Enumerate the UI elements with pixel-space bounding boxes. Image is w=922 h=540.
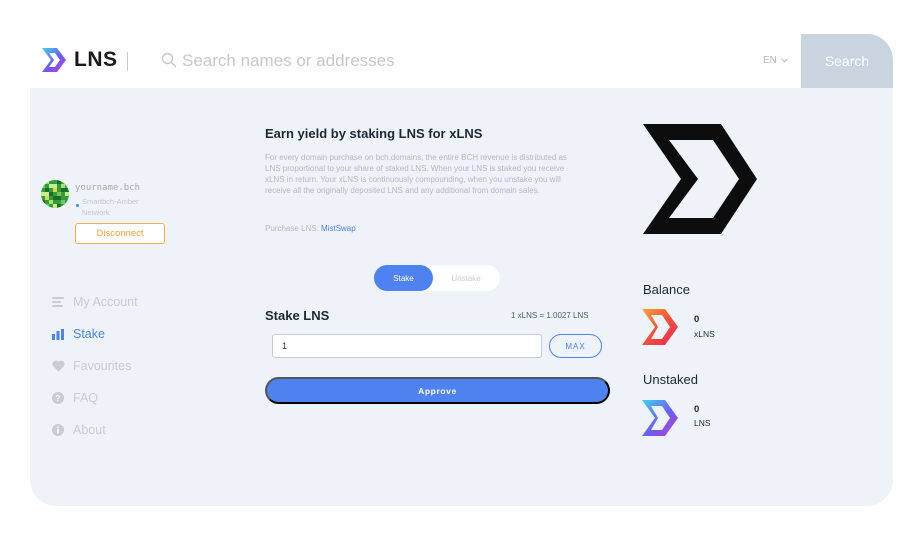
unstaked-unit: LNS: [694, 418, 711, 428]
sidebar-item-label: FAQ: [73, 391, 99, 405]
sidebar-item-label: Favourites: [73, 359, 132, 373]
unstaked-value: 0: [694, 404, 700, 415]
info-icon: [51, 423, 65, 437]
search-icon: [161, 52, 177, 73]
stake-amount-input[interactable]: [272, 334, 542, 358]
heart-icon: [51, 359, 65, 373]
search-button[interactable]: Search: [801, 34, 893, 88]
sidebar-item-favourites[interactable]: Favourites: [51, 359, 131, 373]
purchase-line: Purchase LNS: MistSwap: [265, 224, 356, 233]
chevron-down-icon: [781, 58, 788, 63]
sidebar-item-my-account[interactable]: My Account: [51, 295, 138, 309]
max-button[interactable]: MAX: [549, 334, 602, 358]
language-label: EN: [763, 55, 777, 66]
balance-unit: xLNS: [694, 329, 715, 339]
approve-button[interactable]: Approve: [265, 377, 610, 404]
sidebar-item-stake[interactable]: Stake: [51, 327, 105, 341]
stake-unstake-toggle: Stake Unstake: [374, 265, 500, 291]
avatar[interactable]: [41, 180, 69, 208]
svg-text:?: ?: [56, 394, 61, 403]
bar-chart-icon: [51, 327, 65, 341]
lns-token-icon: [640, 398, 680, 443]
search-input[interactable]: [182, 48, 702, 74]
stake-section-title: Stake LNS: [265, 308, 330, 323]
question-icon: ?: [51, 391, 65, 405]
tab-unstake[interactable]: Unstake: [436, 265, 496, 291]
logo[interactable]: LNS: [40, 46, 118, 74]
sidebar-item-label: About: [73, 423, 106, 437]
exchange-rate: 1 xLNS = 1.0027 LNS: [511, 311, 589, 320]
sidebar-item-about[interactable]: About: [51, 423, 106, 437]
page-description: For every domain purchase on bch.domains…: [265, 153, 567, 195]
user-network: Smartbch-Amber Network: [82, 197, 139, 217]
sidebar-item-faq[interactable]: ? FAQ: [51, 391, 98, 405]
network-status-dot: [76, 204, 79, 207]
unstaked-title: Unstaked: [643, 372, 698, 387]
page-title: Earn yield by staking LNS for xLNS: [265, 126, 483, 141]
xlns-token-icon: [640, 307, 680, 352]
tab-stake[interactable]: Stake: [374, 265, 433, 291]
language-selector[interactable]: EN: [763, 55, 788, 66]
lns-logo-icon: [42, 48, 66, 72]
top-bar: LNS EN Search: [30, 34, 893, 88]
lns-large-logo-icon: [641, 122, 759, 241]
disconnect-button[interactable]: Disconnect: [75, 223, 165, 244]
sidebar-item-label: My Account: [73, 295, 138, 309]
sidebar-item-label: Stake: [73, 327, 105, 341]
balance-value: 0: [694, 314, 700, 325]
balance-title: Balance: [643, 282, 690, 297]
list-icon: [51, 295, 65, 309]
logo-text: LNS: [74, 48, 118, 71]
header-divider: [127, 52, 128, 71]
user-name: yourname.bch: [75, 183, 141, 193]
purchase-label: Purchase LNS:: [265, 224, 322, 233]
mistswap-link[interactable]: MistSwap: [321, 224, 356, 233]
app-frame: LNS EN Search: [30, 34, 893, 506]
